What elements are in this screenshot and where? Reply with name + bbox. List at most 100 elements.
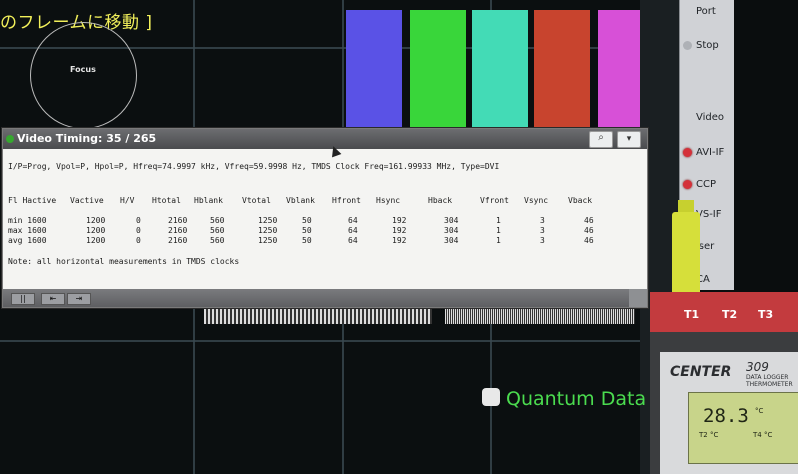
column-header: Hback bbox=[428, 196, 453, 205]
table-cell: 50 bbox=[302, 216, 312, 225]
table-cell: 1250 bbox=[258, 216, 278, 225]
probe-label-t2: T2 bbox=[722, 308, 738, 321]
timing-note: Note: all horizontal measurements in TMD… bbox=[8, 257, 240, 266]
photo-stage: のフレームに移動 ] Focus Video Timing: 35 / 265 … bbox=[0, 0, 798, 474]
column-header: Vactive bbox=[70, 196, 104, 205]
table-cell: 50 bbox=[302, 226, 312, 235]
table-header-row: Fl Hactive Vactive H/V Htotal Hblank Vtotal Vb… bbox=[8, 196, 648, 206]
button-label: AVI-IF bbox=[696, 146, 725, 158]
column-header: Vtotal bbox=[242, 196, 271, 205]
table-cell: 3 bbox=[540, 236, 545, 245]
next-button[interactable]: ⇥ bbox=[67, 293, 91, 305]
table-cell: 2160 bbox=[168, 226, 188, 235]
table-cell: avg 1600 bbox=[8, 236, 47, 245]
lcd-t2-label: T2 °C bbox=[699, 431, 719, 439]
table-cell: 192 bbox=[392, 226, 407, 235]
table-cell: 3 bbox=[540, 226, 545, 235]
table-cell: 2160 bbox=[168, 216, 188, 225]
device-brand: CENTER bbox=[670, 364, 732, 380]
grid-line bbox=[0, 340, 690, 342]
table-cell: 1250 bbox=[258, 236, 278, 245]
pause-icon: || bbox=[20, 294, 26, 303]
table-cell: 304 bbox=[444, 226, 459, 235]
table-cell: 64 bbox=[348, 226, 358, 235]
column-header: Vsync bbox=[524, 196, 549, 205]
brand-text: Quantum Data bbox=[506, 388, 647, 410]
table-cell: 192 bbox=[392, 216, 407, 225]
device-model-sub: DATA LOGGER THERMOMETER bbox=[746, 374, 793, 388]
table-cell: 64 bbox=[348, 216, 358, 225]
avi-if-button[interactable]: AVI-IF bbox=[680, 141, 734, 163]
device-model: 309 bbox=[746, 360, 769, 374]
table-cell: 1200 bbox=[86, 226, 106, 235]
table-cell: 0 bbox=[136, 226, 141, 235]
table-cell: 0 bbox=[136, 216, 141, 225]
table-cell: 560 bbox=[210, 226, 225, 235]
zoom-button[interactable]: ⌕ bbox=[589, 131, 613, 148]
chevron-down-icon: ▾ bbox=[626, 134, 632, 144]
table-cell: 1200 bbox=[86, 216, 106, 225]
table-cell: 64 bbox=[348, 236, 358, 245]
focus-label: Focus bbox=[70, 65, 96, 74]
column-header: H/V bbox=[120, 196, 135, 205]
table-cell: 50 bbox=[302, 236, 312, 245]
test-pattern-strip bbox=[204, 306, 432, 324]
resize-handle[interactable] bbox=[629, 289, 647, 307]
table-cell: 1250 bbox=[258, 226, 278, 235]
column-header: Vblank bbox=[286, 196, 315, 205]
table-cell: 0 bbox=[136, 236, 141, 245]
indicator-icon bbox=[683, 113, 692, 122]
column-header: Hblank bbox=[194, 196, 223, 205]
indicator-icon bbox=[683, 40, 692, 50]
table-cell: 3 bbox=[540, 216, 545, 225]
indicator-icon bbox=[683, 179, 692, 189]
quantum-data-logo-icon bbox=[482, 388, 500, 406]
column-header: Hfront bbox=[332, 196, 361, 205]
color-bar bbox=[346, 10, 402, 138]
column-header: Vback bbox=[568, 196, 593, 205]
focus-circle bbox=[30, 22, 137, 129]
video-button[interactable]: Video bbox=[680, 106, 734, 128]
button-label: Stop bbox=[696, 39, 719, 51]
table-cell: 1200 bbox=[86, 236, 106, 245]
table-cell: 2160 bbox=[168, 236, 188, 245]
magnifier-icon: ⌕ bbox=[598, 132, 604, 143]
table-cell: 46 bbox=[584, 236, 594, 245]
color-bar bbox=[534, 10, 590, 138]
arrow-right-icon: ⇥ bbox=[75, 294, 83, 303]
timing-table: Fl Hactive Vactive H/V Htotal Hblank Vtotal Vb… bbox=[8, 196, 648, 246]
column-header: Fl Hactive bbox=[8, 196, 57, 205]
ccp-button[interactable]: CCP bbox=[680, 173, 734, 195]
indicator-icon bbox=[683, 7, 692, 16]
window-title: Video Timing: 35 / 265 bbox=[17, 132, 157, 145]
window-footer: || ⇤ ⇥ bbox=[3, 289, 647, 307]
table-cell: max 1600 bbox=[8, 226, 47, 235]
thermometer-device: T1 T2 T3 CENTER 309 DATA LOGGER THERMOME… bbox=[650, 292, 798, 474]
table-cell: 560 bbox=[210, 236, 225, 245]
stop-button[interactable]: Stop bbox=[680, 34, 734, 56]
table-cell: 304 bbox=[444, 216, 459, 225]
temperature-reading: 28.3 bbox=[703, 405, 749, 427]
probe-label-t1: T1 bbox=[684, 308, 700, 321]
arrow-left-icon: ⇤ bbox=[49, 294, 57, 303]
table-cell: 560 bbox=[210, 216, 225, 225]
lcd-display: 28.3 °C T2 °C T4 °C bbox=[688, 392, 798, 464]
status-dot-icon bbox=[6, 135, 14, 143]
video-timing-window: Video Timing: 35 / 265 ⌕ ▾ I/P=Prog, Vpo… bbox=[2, 128, 648, 308]
probe-socket-panel: T1 T2 T3 bbox=[650, 292, 798, 332]
column-header: Hsync bbox=[376, 196, 401, 205]
lcd-t4-label: T4 °C bbox=[753, 431, 773, 439]
table-row: min 1600 1200 0 2160 560 1250 50 64 192 304 1 3 46 bbox=[8, 216, 648, 226]
window-titlebar[interactable]: Video Timing: 35 / 265 ⌕ ▾ bbox=[3, 129, 647, 149]
color-bar bbox=[472, 10, 528, 138]
column-header: Vfront bbox=[480, 196, 509, 205]
pause-button[interactable]: || bbox=[11, 293, 35, 305]
port-button[interactable]: Port bbox=[680, 0, 734, 22]
window-menu-button[interactable]: ▾ bbox=[617, 131, 641, 148]
table-row: max 1600 1200 0 2160 560 1250 50 64 192 304 1 3 46 bbox=[8, 226, 648, 236]
previous-button[interactable]: ⇤ bbox=[41, 293, 65, 305]
table-cell: 46 bbox=[584, 216, 594, 225]
probe-label-t3: T3 bbox=[758, 308, 774, 321]
table-row: avg 1600 1200 0 2160 560 1250 50 64 192 304 1 3 46 bbox=[8, 236, 648, 246]
table-cell: 1 bbox=[496, 216, 501, 225]
